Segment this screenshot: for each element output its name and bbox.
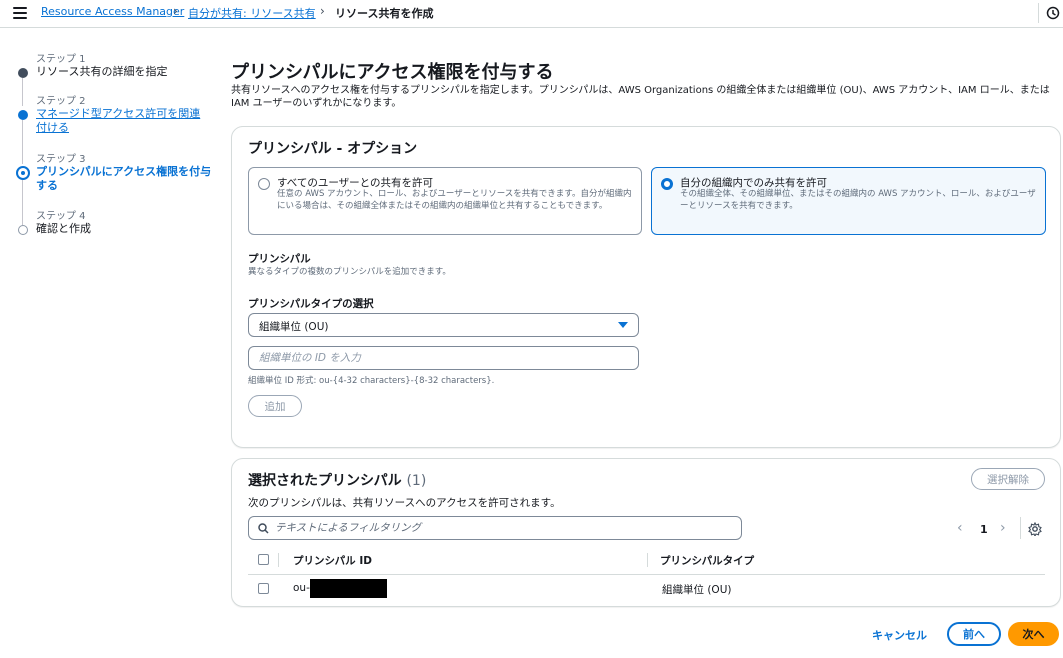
- add-button[interactable]: 追加: [248, 395, 302, 417]
- principal-type-select[interactable]: 組織単位 (OU): [248, 313, 639, 337]
- redaction-block: [310, 579, 387, 598]
- step-label: リソース共有の詳細を指定: [36, 65, 168, 78]
- gear-icon[interactable]: [1028, 522, 1042, 536]
- radio-button[interactable]: [258, 178, 270, 190]
- step-connector: [22, 120, 23, 164]
- radio-title: 自分の組織内でのみ共有を許可: [680, 177, 827, 189]
- breadcrumb-separator-icon: ›: [173, 4, 178, 18]
- step-label: 確認と作成: [36, 222, 91, 235]
- caret-down-icon: [618, 322, 628, 328]
- radio-description: 任意の AWS アカウント、ロール、およびユーザーとリソースを共有できます。自分…: [277, 189, 632, 211]
- principal-type-label: プリンシパルタイプの選択: [248, 298, 374, 310]
- selected-principals-panel: 選択されたプリンシパル (1) 選択解除 次のプリンシパルは、共有リソースへのア…: [231, 458, 1061, 607]
- principal-label: プリンシパル: [248, 253, 311, 265]
- radio-allow-everyone[interactable]: すべてのユーザーとの共有を許可 任意の AWS アカウント、ロール、およびユーザ…: [248, 167, 642, 235]
- divider: [1038, 3, 1039, 23]
- page-description: 共有リソースへのアクセス権を付与するプリンシパルを指定します。プリンシパルは、A…: [231, 85, 1050, 109]
- principal-options-panel: プリンシパル - オプション すべてのユーザーとの共有を許可 任意の AWS ア…: [231, 126, 1061, 448]
- selected-title: 選択されたプリンシパル (1): [248, 470, 426, 490]
- column-separator: [647, 553, 648, 567]
- options-title: プリンシパル - オプション: [248, 141, 418, 157]
- column-header-principal-id[interactable]: プリンシパル ID: [293, 553, 372, 568]
- previous-button[interactable]: 前へ: [947, 622, 1001, 646]
- org-unit-id-input[interactable]: [248, 346, 639, 370]
- chevron-left-icon[interactable]: ‹: [957, 520, 963, 536]
- select-all-checkbox[interactable]: [258, 554, 269, 565]
- breadcrumb-my-shares[interactable]: 自分が共有: リソース共有: [188, 5, 316, 21]
- cancel-button[interactable]: キャンセル: [872, 627, 927, 643]
- principal-type-value: 組織単位 (OU): [259, 321, 329, 333]
- step-label-current: プリンシパルにアクセス権限を付与する: [36, 165, 212, 192]
- step-number: ステップ 3: [36, 154, 86, 165]
- selected-count: (1): [406, 473, 427, 489]
- step-active-icon: [16, 166, 30, 180]
- notification-icon[interactable]: [1046, 6, 1060, 20]
- radio-description: その組織全体、その組織単位、またはその組織内の AWS アカウント、ロール、およ…: [680, 189, 1036, 211]
- divider: [1020, 517, 1021, 539]
- table-divider: [248, 574, 1045, 575]
- step-status-icon: [18, 225, 28, 235]
- filter-box[interactable]: [248, 516, 742, 540]
- breadcrumb-current: リソース共有を作成: [335, 7, 434, 20]
- radio-button-selected[interactable]: [661, 178, 673, 190]
- org-unit-id-hint: 組織単位 ID 形式: ou-{4-32 characters}-{8-32 c…: [248, 376, 495, 386]
- breadcrumb-resource-access-manager[interactable]: Resource Access Manager: [41, 5, 184, 18]
- page-title: プリンシパルにアクセス権限を付与する: [231, 62, 554, 83]
- menu-icon[interactable]: [13, 7, 27, 19]
- step-number: ステップ 2: [36, 96, 86, 107]
- step-number: ステップ 1: [36, 54, 86, 65]
- selected-description: 次のプリンシパルは、共有リソースへのアクセスを許可されます。: [248, 497, 561, 509]
- step-number: ステップ 4: [36, 211, 86, 222]
- step-connector: [22, 180, 23, 225]
- column-header-principal-type[interactable]: プリンシパルタイプ: [660, 553, 754, 568]
- chevron-right-icon[interactable]: ›: [1000, 520, 1006, 536]
- radio-title: すべてのユーザーとの共有を許可: [277, 177, 434, 189]
- principal-id-cell: ou-: [293, 582, 310, 594]
- clear-selection-button[interactable]: 選択解除: [971, 468, 1045, 490]
- top-navigation: Resource Access Manager › 自分が共有: リソース共有 …: [0, 0, 1063, 28]
- principal-type-cell: 組織単位 (OU): [662, 584, 732, 596]
- next-button[interactable]: 次へ: [1008, 622, 1059, 646]
- row-checkbox[interactable]: [258, 583, 269, 594]
- step-connector: [22, 78, 23, 106]
- column-separator: [278, 553, 279, 567]
- step-status-icon: [18, 68, 28, 78]
- page-number[interactable]: 1: [980, 523, 988, 536]
- step-link-associate-permissions[interactable]: マネージド型アクセス許可を関連付ける: [36, 107, 211, 135]
- selected-title-text: 選択されたプリンシパル: [248, 473, 402, 489]
- principal-description: 異なるタイプの複数のプリンシパルを追加できます。: [248, 267, 451, 277]
- search-icon: [258, 523, 269, 534]
- radio-allow-org-only[interactable]: 自分の組織内でのみ共有を許可 その組織全体、その組織単位、またはその組織内の A…: [651, 167, 1046, 235]
- breadcrumb-separator-icon: ›: [320, 4, 325, 18]
- step-status-icon: [18, 110, 28, 120]
- filter-input[interactable]: [275, 519, 735, 537]
